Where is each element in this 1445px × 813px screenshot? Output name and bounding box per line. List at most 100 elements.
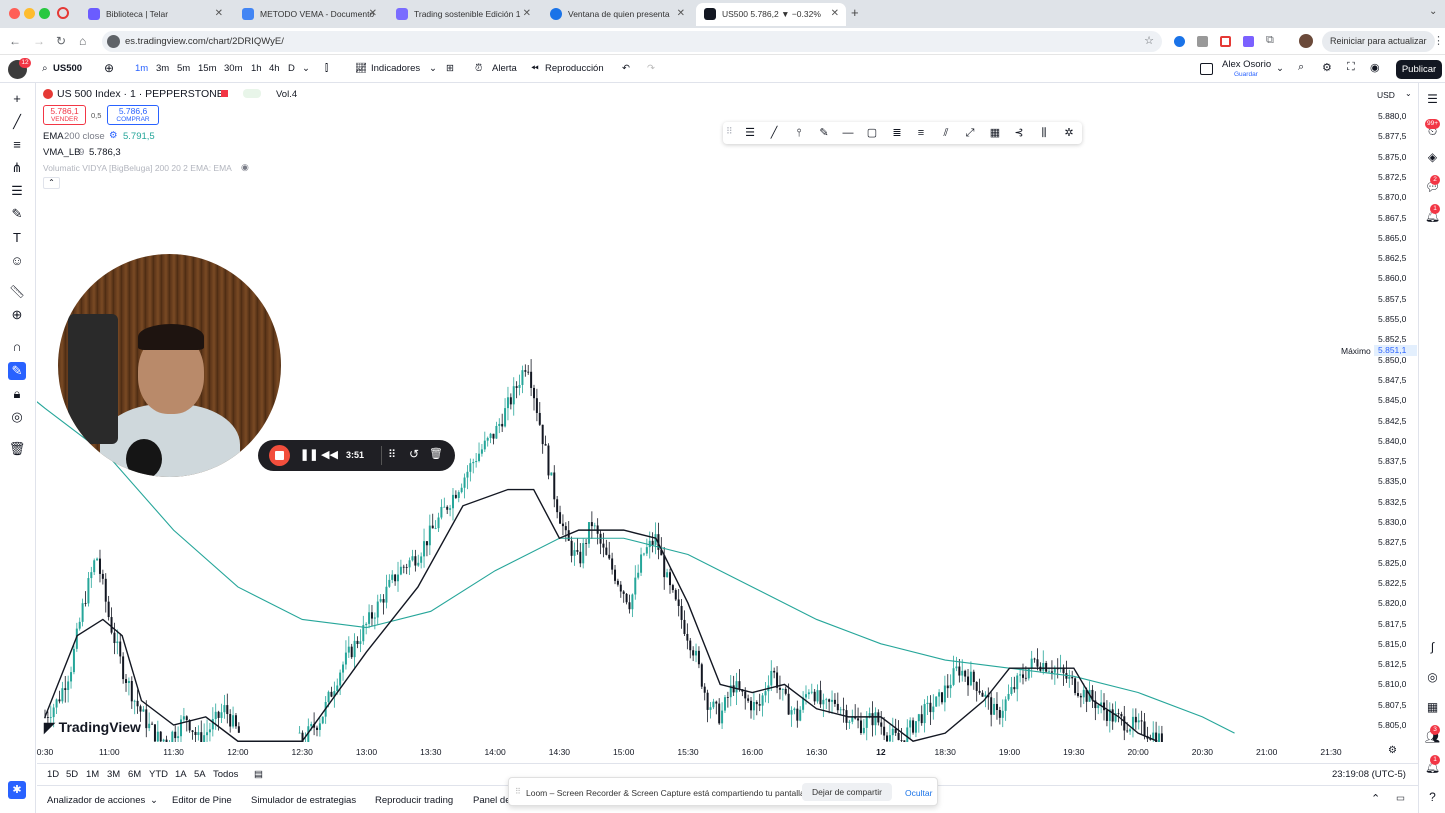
sell-button[interactable]: 5.786,1 VENDER bbox=[43, 105, 86, 125]
trendline-icon[interactable]: ╱ bbox=[8, 113, 26, 131]
reload-icon[interactable]: ↻ bbox=[56, 34, 66, 48]
interval-1m[interactable]: 1m bbox=[135, 63, 148, 74]
new-tab-icon[interactable]: + bbox=[851, 5, 859, 20]
pitchfork-icon[interactable]: ⫽ bbox=[938, 125, 954, 141]
interval-4h[interactable]: 4h bbox=[269, 63, 280, 74]
site-info-icon[interactable] bbox=[107, 35, 120, 48]
text-icon[interactable]: T bbox=[8, 229, 26, 247]
browser-menu-icon[interactable]: ⋮ bbox=[1433, 34, 1444, 47]
gann-icon[interactable]: ⊰ bbox=[1011, 125, 1027, 141]
collapse-legend-icon[interactable]: ⌃ bbox=[43, 177, 60, 189]
interval-1h[interactable]: 1h bbox=[251, 63, 262, 74]
calendar-icon[interactable]: ▦ bbox=[1424, 699, 1441, 716]
browser-tab-1[interactable]: Biblioteca | Telar ✕ bbox=[80, 3, 230, 26]
home-icon[interactable]: ⌂ bbox=[79, 34, 86, 48]
maximize-window-button[interactable] bbox=[39, 8, 50, 19]
chevron-down-icon[interactable]: ⌄ bbox=[1276, 63, 1284, 74]
symbol-search[interactable]: US500 bbox=[53, 63, 82, 74]
back-icon[interactable]: ← bbox=[9, 34, 21, 48]
price-axis[interactable]: USD ⌄ 5.880,0 5.877,5 5.875,0 5.872,5 5.870,… bbox=[1373, 84, 1418, 764]
rewind-icon[interactable]: ◀◀ bbox=[321, 448, 338, 461]
chat-icon[interactable]: 💬︎ 2 bbox=[1424, 175, 1441, 196]
ruler-icon[interactable]: 📏︎ bbox=[8, 283, 26, 301]
stop-sharing-button[interactable]: Dejar de compartir bbox=[802, 783, 892, 801]
chevron-down-icon[interactable]: ⌄ bbox=[429, 63, 437, 74]
brush-icon[interactable]: ✎ bbox=[816, 125, 832, 141]
tab-replay-trading[interactable]: Reproducir trading bbox=[375, 795, 453, 806]
chart-settings-icon[interactable]: ⚙︎ bbox=[1388, 745, 1397, 756]
alert-button[interactable]: Alerta bbox=[492, 63, 517, 74]
profile-avatar-icon[interactable] bbox=[1299, 34, 1313, 48]
trendline-icon[interactable]: ╱ bbox=[766, 125, 782, 141]
range-ytd[interactable]: YTD bbox=[149, 769, 168, 780]
lines-icon[interactable]: ☰ bbox=[742, 125, 758, 141]
webcam-bubble[interactable] bbox=[58, 254, 281, 477]
extension-1-icon[interactable] bbox=[1174, 36, 1185, 47]
path-icon[interactable]: ⤢ bbox=[962, 125, 978, 141]
extension-3-icon[interactable] bbox=[1220, 36, 1231, 47]
publish-button[interactable]: Publicar bbox=[1396, 60, 1442, 79]
help-icon[interactable]: ? bbox=[1424, 789, 1441, 806]
target-icon[interactable]: ◎ bbox=[1424, 669, 1441, 686]
browser-tab-3[interactable]: Trading sostenible Edición 1 ✕ bbox=[388, 3, 538, 26]
camera-icon[interactable]: ◉ bbox=[1370, 61, 1380, 74]
clock-timezone[interactable]: 23:19:08 (UTC-5) bbox=[1332, 769, 1406, 780]
replay-button[interactable]: Reproducción bbox=[545, 63, 604, 74]
gear-icon[interactable]: ⚙︎ bbox=[1322, 61, 1332, 74]
eye-icon[interactable]: ◎ bbox=[8, 408, 26, 426]
ema-label[interactable]: EMA bbox=[43, 131, 64, 142]
interval-15m[interactable]: 15m bbox=[198, 63, 216, 74]
parallel-channel-icon[interactable]: ≣ bbox=[889, 125, 905, 141]
extension-4-icon[interactable] bbox=[1243, 36, 1254, 47]
close-tab-icon[interactable]: ✕ bbox=[523, 8, 531, 19]
tab-stock-screener[interactable]: Analizador de acciones bbox=[47, 795, 145, 806]
interval-30m[interactable]: 30m bbox=[224, 63, 242, 74]
range-3m[interactable]: 3M bbox=[107, 769, 120, 780]
status-toggle[interactable] bbox=[243, 89, 261, 98]
range-1a[interactable]: 1A bbox=[175, 769, 187, 780]
layers-icon[interactable]: ◈ bbox=[1424, 149, 1441, 166]
interval-3m[interactable]: 3m bbox=[156, 63, 169, 74]
chevron-down-icon[interactable]: ⌄ bbox=[1405, 89, 1412, 98]
layout-icon[interactable] bbox=[1200, 63, 1213, 75]
restart-to-update-button[interactable]: Reiniciar para actualizar bbox=[1322, 31, 1435, 52]
buy-button[interactable]: 5.786,6 COMPRAR bbox=[107, 105, 159, 125]
replay-icon[interactable]: ⏪︎ bbox=[531, 63, 539, 74]
people-icon[interactable]: 👥︎ 3 bbox=[1424, 725, 1441, 746]
chevron-up-icon[interactable]: ⌃ bbox=[1371, 792, 1380, 805]
browser-tab-2[interactable]: METODO VEMA - Documento ✕ bbox=[234, 3, 384, 26]
lock-icon[interactable]: 🔒︎ bbox=[8, 385, 26, 403]
browser-tab-5[interactable]: US500 5.786,2 ▼ −0.32% ✕ bbox=[696, 3, 846, 26]
indicators-button[interactable]: Indicadores bbox=[371, 63, 420, 74]
close-tab-icon[interactable]: ✕ bbox=[677, 8, 685, 19]
bell-icon[interactable]: 🔔︎ 1 bbox=[1424, 204, 1441, 225]
channel-icon[interactable]: ≡ bbox=[913, 125, 929, 141]
calendar-goto-icon[interactable]: ▤ bbox=[254, 769, 263, 780]
extension-2-icon[interactable] bbox=[1197, 36, 1208, 47]
rectangle-icon[interactable]: ▢ bbox=[864, 125, 880, 141]
fib-icon[interactable]: ⫯ bbox=[791, 125, 807, 141]
quick-search-icon[interactable]: ⌕ bbox=[1298, 61, 1304, 74]
alerts-clock-icon[interactable]: ⏲︎ 99+ bbox=[1424, 119, 1441, 140]
range-6m[interactable]: 6M bbox=[128, 769, 141, 780]
stop-recording-button[interactable] bbox=[269, 445, 290, 466]
extensions-puzzle-icon[interactable]: ⧉ bbox=[1266, 34, 1274, 47]
chevron-down-icon[interactable]: ⌄ bbox=[302, 63, 310, 74]
notification-bell-icon[interactable]: 🔔︎ 1 bbox=[1424, 755, 1441, 776]
compare-symbol-icon[interactable]: ⊕ bbox=[104, 61, 114, 75]
interval-5m[interactable]: 5m bbox=[177, 63, 190, 74]
chevron-down-icon[interactable]: ⌄ bbox=[150, 795, 158, 806]
measure-icon[interactable]: ⫼ bbox=[1036, 125, 1052, 141]
forward-icon[interactable]: → bbox=[33, 34, 45, 48]
search-icon[interactable]: ⌕ bbox=[42, 63, 48, 74]
settings-icon[interactable]: ✲ bbox=[1061, 125, 1077, 141]
time-axis[interactable]: 0:30 11:00 11:30 12:00 12:30 13:00 13:30 14:00 1… bbox=[37, 742, 1397, 762]
object-tree-icon[interactable]: ✱ bbox=[8, 781, 26, 799]
interval-D[interactable]: D bbox=[288, 63, 295, 74]
vidya-label[interactable]: Volumatic VIDYA [BigBeluga] 200 20 2 EMA… bbox=[43, 163, 232, 173]
vma-label[interactable]: VMA_LB bbox=[43, 147, 81, 158]
fib-icon[interactable]: ☰ bbox=[8, 182, 26, 200]
crosshair-icon[interactable]: + bbox=[8, 90, 26, 108]
emoji-icon[interactable]: ☺ bbox=[8, 252, 26, 270]
browser-tab-4[interactable]: Ventana de quien presenta ✕ bbox=[542, 3, 692, 26]
